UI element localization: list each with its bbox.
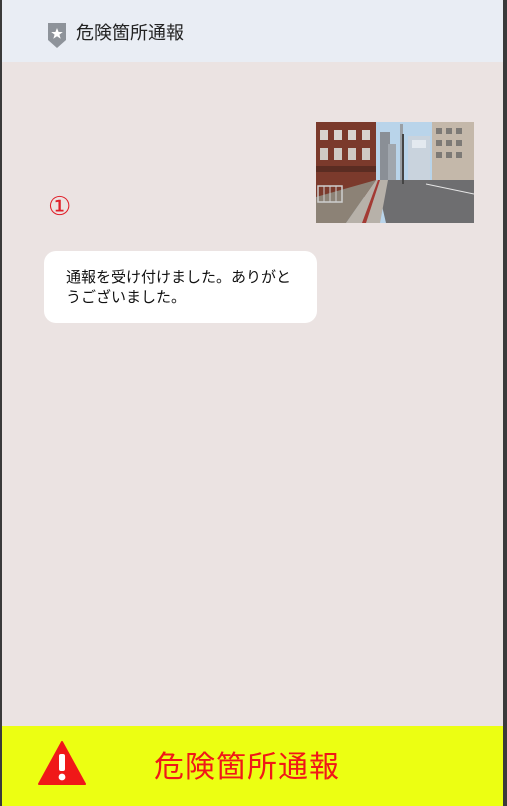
report-hazard-button[interactable]: 危険箇所通報 (2, 726, 503, 806)
street-photo-thumbnail[interactable] (316, 122, 474, 223)
map-pin-star-icon (46, 21, 68, 49)
app-header: 危険箇所通報 (2, 0, 503, 62)
report-hazard-button-label: 危険箇所通報 (154, 750, 340, 785)
report-number-marker: ① (48, 192, 72, 222)
reply-message-bubble: 通報を受け付けました。ありがとうございました。 (44, 251, 317, 323)
app-screen: 危険箇所通報 ① 通報を受け付けました。ありがとうございました。 危険箇所通報 (2, 0, 503, 806)
reply-message-text: 通報を受け付けました。ありがとうございました。 (66, 268, 292, 306)
page-title: 危険箇所通報 (76, 23, 184, 44)
warning-triangle-icon (38, 740, 86, 786)
